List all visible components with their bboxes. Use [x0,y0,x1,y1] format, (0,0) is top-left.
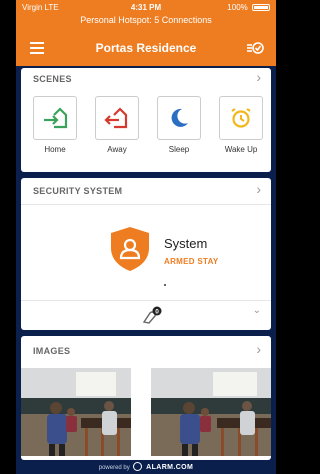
camera-snapshot-image [151,368,271,456]
scene-label: Away [107,145,127,154]
scenes-card: SCENES › Home Away Sleep Wake Up [21,68,271,172]
chevron-right-icon[interactable]: › [256,69,261,85]
scene-sleep-tile[interactable] [157,96,201,140]
chevron-right-icon[interactable]: › [256,181,261,197]
chevron-right-icon[interactable]: › [256,341,261,357]
sensor-count: 0 [155,308,159,315]
dot-indicator [164,284,166,286]
images-card: IMAGES › [21,336,271,460]
home-arrive-icon [44,107,68,129]
battery-percent: 100% [227,3,248,12]
status-bar: Virgin LTE 4:31 PM 100% Personal Hotspot… [16,0,276,30]
powered-by-footer: powered by ALARM.COM [16,462,276,474]
scenes-title: SCENES [33,74,72,84]
system-name: System [164,236,208,251]
divider [21,204,271,205]
check-list-icon[interactable] [246,39,264,57]
arming-state: ARMED STAY [164,257,219,266]
scene-wake-up[interactable]: Wake Up [219,96,263,154]
page-title: Portas Residence [95,41,197,55]
scene-sleep[interactable]: Sleep [157,96,201,154]
scene-away[interactable]: Away [95,96,139,154]
divider [21,300,271,301]
battery-icon [252,4,270,11]
footer-brand: ALARM.COM [146,464,194,471]
scene-away-tile[interactable] [95,96,139,140]
app-screen: Virgin LTE 4:31 PM 100% Personal Hotspot… [16,0,276,474]
scene-label: Home [44,145,66,154]
camera-image[interactable] [21,368,131,456]
scene-home[interactable]: Home [33,96,77,154]
camera-image[interactable] [151,368,271,456]
scene-home-tile[interactable] [33,96,77,140]
scene-label: Wake Up [224,145,258,154]
shield-icon[interactable] [109,226,151,272]
scene-label: Sleep [168,145,190,154]
moon-icon [171,108,188,127]
hotspot-banner[interactable]: Personal Hotspot: 5 Connections [16,15,276,25]
scene-wake-up-tile[interactable] [219,96,263,140]
security-card: SECURITY SYSTEM › System ARMED STAY 0 ⌄ [21,178,271,330]
footer-prefix: powered by [98,465,130,471]
chevron-down-icon[interactable]: ⌄ [253,305,261,316]
images-title: IMAGES [33,346,71,356]
security-title: SECURITY SYSTEM [33,186,123,196]
alarm-clock-icon [231,108,251,128]
battery-status: 100% [227,3,270,12]
alarm-logo-icon [133,462,143,471]
sensor-status-icon[interactable]: 0 [142,306,164,324]
camera-snapshot-image [21,368,131,456]
home-leave-icon [104,107,128,129]
app-header: Portas Residence [16,30,276,66]
